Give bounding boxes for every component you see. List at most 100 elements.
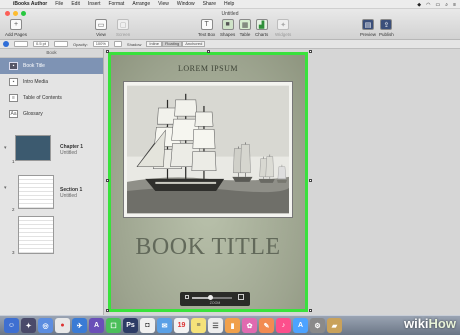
- opacity-field[interactable]: 100%: [92, 41, 109, 47]
- line-end-select[interactable]: [54, 41, 69, 47]
- spotlight-icon[interactable]: ⌕: [445, 2, 448, 8]
- selection-handle[interactable]: [106, 309, 109, 312]
- contacts-icon[interactable]: ◘: [140, 318, 155, 333]
- photos-icon[interactable]: ✿: [242, 318, 257, 333]
- chapter-1-label: Chapter 1 Untitled: [60, 144, 83, 156]
- charts-icon: ▟: [255, 19, 268, 30]
- widgets-icon: ✦: [277, 19, 290, 30]
- finder-icon[interactable]: ☺: [4, 318, 19, 333]
- sidebar-item-book-title[interactable]: ▪ Book Title: [0, 58, 103, 74]
- calendar-icon[interactable]: 19: [174, 318, 189, 333]
- chrome-icon[interactable]: ●: [55, 318, 70, 333]
- menu-help[interactable]: Help: [224, 1, 234, 7]
- add-pages-button[interactable]: + Add Pages: [5, 19, 27, 37]
- status-area: ◆ ◠ ▭ ⌕ ≡: [417, 0, 456, 9]
- sidebar-item-label: Intro Media: [23, 79, 49, 85]
- selection-handle[interactable]: [309, 50, 312, 53]
- view-button[interactable]: ▭ View: [95, 19, 107, 37]
- maps-icon[interactable]: ✈: [72, 318, 87, 333]
- widgets-button[interactable]: ✦ Widgets: [275, 19, 291, 37]
- sidebar-item-label: Glossary: [23, 111, 43, 117]
- wrap-floating[interactable]: Floating: [161, 41, 183, 47]
- disclosure-triangle-icon[interactable]: ▾: [4, 185, 7, 191]
- zoom-in-icon[interactable]: [238, 294, 244, 300]
- cover-heading[interactable]: LOREM IPSUM: [111, 64, 305, 73]
- menu-edit[interactable]: Edit: [71, 1, 80, 7]
- zoom-popover: ZOOM: [180, 292, 250, 306]
- selection-handle[interactable]: [106, 50, 109, 53]
- zoom-out-icon[interactable]: [185, 295, 189, 299]
- shapes-label: Shapes: [220, 32, 236, 37]
- charts-button[interactable]: ▟ Charts: [255, 19, 268, 37]
- wifi-icon[interactable]: ◠: [426, 2, 430, 8]
- intro-media-thumb-icon: ▪: [9, 78, 18, 86]
- mail-icon[interactable]: ✉: [157, 318, 172, 333]
- publish-label: Publish: [379, 32, 394, 37]
- cover-title[interactable]: BOOK TITLE: [111, 234, 305, 261]
- menu-file[interactable]: File: [55, 1, 63, 7]
- format-bar: 0.5 pt Opacity: 100% Shadow Inline Float…: [0, 40, 460, 49]
- book-sidebar: Book ▪ Book Title ▪ Intro Media ≡ Table …: [0, 49, 104, 315]
- sidebar-item-label: Book Title: [23, 63, 45, 69]
- text-box-button[interactable]: T Text Box: [198, 19, 215, 37]
- menu-format[interactable]: Format: [108, 1, 124, 7]
- battery-icon[interactable]: ▭: [436, 2, 441, 8]
- safari-icon[interactable]: ◎: [38, 318, 53, 333]
- watermark: wikiHow: [404, 316, 456, 331]
- reminders-icon[interactable]: ☰: [208, 318, 223, 333]
- menu-list-icon[interactable]: ≡: [453, 2, 456, 8]
- system-preferences-icon[interactable]: ⚙: [310, 318, 325, 333]
- shadow-checkbox[interactable]: [113, 41, 122, 47]
- canvas: LOREM IPSUM BOOK TITLE ZOOM: [104, 49, 460, 315]
- notes-icon[interactable]: ≡: [191, 318, 206, 333]
- sidebar-item-glossary[interactable]: Aa Glossary: [0, 106, 103, 122]
- selection-handle[interactable]: [106, 179, 109, 182]
- table-button[interactable]: ▦ Table: [239, 19, 251, 37]
- preview-button[interactable]: ▤ Preview: [360, 19, 376, 37]
- selection-handle[interactable]: [207, 50, 210, 53]
- menu-bar: iBooks Author File Edit Insert Format Ar…: [0, 0, 460, 9]
- menu-arrange[interactable]: Arrange: [132, 1, 150, 7]
- launchpad-icon[interactable]: ✦: [21, 318, 36, 333]
- menu-insert[interactable]: Insert: [88, 1, 101, 7]
- app-store-2-icon[interactable]: A: [293, 318, 308, 333]
- wrap-inline[interactable]: Inline: [146, 41, 162, 47]
- table-icon: ▦: [239, 19, 251, 30]
- watermark-wiki: wiki: [403, 316, 429, 331]
- stroke-style-select[interactable]: [14, 41, 28, 47]
- menu-app[interactable]: iBooks Author: [13, 1, 47, 7]
- menu-view[interactable]: View: [158, 1, 169, 7]
- itunes-icon[interactable]: ♪: [276, 318, 291, 333]
- wrap-anchored[interactable]: Anchored: [182, 41, 206, 47]
- opacity-label: Opacity:: [73, 41, 88, 47]
- pages-icon[interactable]: ✎: [259, 318, 274, 333]
- ibooks-icon[interactable]: ▮: [225, 318, 240, 333]
- cover-image[interactable]: [123, 81, 293, 218]
- selection-handle[interactable]: [309, 309, 312, 312]
- preview-label: Preview: [360, 32, 377, 37]
- selection-handle[interactable]: [309, 179, 312, 182]
- zoom-slider[interactable]: [192, 295, 232, 300]
- stroke-width-field[interactable]: 0.5 pt: [33, 41, 50, 47]
- zoom-slider-knob[interactable]: [207, 295, 213, 300]
- book-cover-page[interactable]: LOREM IPSUM BOOK TITLE ZOOM: [108, 52, 308, 312]
- photoshop-icon[interactable]: Ps: [123, 318, 138, 333]
- shadow-label: Shadow: [126, 41, 142, 47]
- app-store-icon[interactable]: A: [89, 318, 104, 333]
- publish-button[interactable]: ⇪ Publish: [379, 19, 394, 37]
- wrap-mode-control: Inline Floating Anchored: [146, 41, 206, 47]
- toc-thumb-icon: ≡: [9, 94, 18, 102]
- dropbox-icon[interactable]: ◆: [417, 2, 421, 8]
- chapter-1-thumbnail: [15, 135, 51, 161]
- sidebar-item-intro-media[interactable]: ▪ Intro Media: [0, 74, 103, 90]
- messages-icon[interactable]: ☐: [106, 318, 121, 333]
- menu-window[interactable]: Window: [177, 1, 195, 7]
- color-well-icon[interactable]: [3, 41, 9, 47]
- disclosure-triangle-icon[interactable]: ▾: [4, 145, 7, 151]
- ibooks-author-icon[interactable]: ▰: [327, 318, 342, 333]
- sidebar-item-table-of-contents[interactable]: ≡ Table of Contents: [0, 90, 103, 106]
- sidebar-item-label: Table of Contents: [23, 95, 62, 101]
- shapes-button[interactable]: ■ Shapes: [220, 19, 235, 37]
- screen-button[interactable]: ▢ Screen: [116, 19, 130, 37]
- menu-share[interactable]: Share: [203, 1, 216, 7]
